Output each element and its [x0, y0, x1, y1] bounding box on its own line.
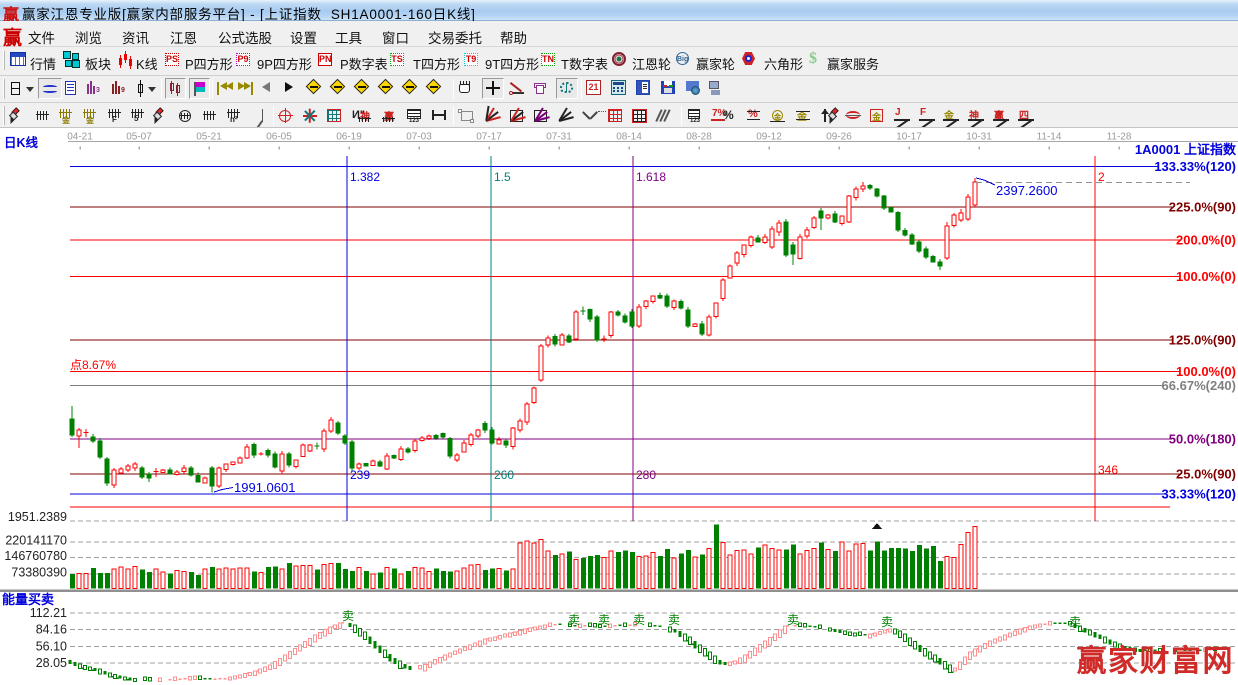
svg-text:146760780: 146760780	[4, 549, 67, 563]
svg-text:125.0%(90): 125.0%(90)	[1169, 333, 1236, 348]
svg-text:346: 346	[1098, 463, 1118, 477]
svg-text:卖: 卖	[598, 613, 610, 627]
svg-text:日K线: 日K线	[4, 135, 39, 150]
svg-text:28.05: 28.05	[36, 656, 67, 670]
svg-text:08-14: 08-14	[616, 132, 642, 143]
svg-text:220141170: 220141170	[5, 533, 67, 547]
svg-text:05-21: 05-21	[196, 132, 222, 143]
svg-text:225.0%(90): 225.0%(90)	[1169, 200, 1236, 215]
svg-text:1991.0601: 1991.0601	[234, 480, 295, 495]
svg-text:09-26: 09-26	[826, 132, 852, 143]
svg-text:200.0%(0): 200.0%(0)	[1176, 233, 1236, 248]
svg-text:239: 239	[350, 468, 370, 482]
svg-text:84.16: 84.16	[36, 623, 67, 637]
svg-text:280: 280	[636, 468, 656, 482]
svg-text:56.10: 56.10	[36, 639, 67, 653]
svg-text:点8.67%: 点8.67%	[70, 358, 116, 372]
svg-text:1A0001 上证指数: 1A0001 上证指数	[1135, 142, 1237, 157]
svg-text:66.67%(240): 66.67%(240)	[1162, 378, 1236, 393]
svg-text:卖: 卖	[881, 615, 893, 629]
svg-text:10-31: 10-31	[966, 132, 992, 143]
svg-text:06-05: 06-05	[266, 132, 292, 143]
svg-text:2397.2600: 2397.2600	[996, 183, 1057, 198]
svg-text:50.0%(180): 50.0%(180)	[1169, 432, 1236, 447]
svg-text:卖: 卖	[633, 613, 645, 627]
svg-text:100.0%(0): 100.0%(0)	[1176, 364, 1236, 379]
svg-text:1951.2389: 1951.2389	[8, 510, 67, 524]
svg-text:33.33%(120): 33.33%(120)	[1162, 487, 1236, 502]
svg-text:11-28: 11-28	[1107, 132, 1132, 143]
svg-text:11-14: 11-14	[1037, 132, 1062, 143]
svg-text:卖: 卖	[787, 613, 799, 627]
svg-text:09-12: 09-12	[756, 132, 782, 143]
svg-text:卖: 卖	[568, 613, 580, 627]
svg-text:1.5: 1.5	[494, 170, 511, 184]
svg-text:08-28: 08-28	[686, 132, 712, 143]
svg-text:卖: 卖	[1069, 615, 1081, 629]
svg-text:04-21: 04-21	[67, 132, 93, 143]
svg-text:1.618: 1.618	[636, 170, 666, 184]
svg-text:1.382: 1.382	[350, 170, 380, 184]
svg-text:07-17: 07-17	[476, 132, 502, 143]
svg-text:260: 260	[494, 468, 514, 482]
svg-text:07-31: 07-31	[546, 132, 572, 143]
svg-text:10-17: 10-17	[896, 132, 922, 143]
svg-text:100.0%(0): 100.0%(0)	[1176, 269, 1236, 284]
svg-text:07-03: 07-03	[406, 132, 432, 143]
svg-text:卖: 卖	[342, 609, 354, 623]
svg-text:赢家财富网: 赢家财富网	[1077, 644, 1235, 678]
svg-text:06-19: 06-19	[336, 132, 362, 143]
svg-text:2: 2	[1098, 170, 1105, 184]
svg-text:73380390: 73380390	[11, 565, 67, 579]
svg-text:112.21: 112.21	[30, 606, 67, 620]
svg-text:133.33%(120): 133.33%(120)	[1154, 159, 1236, 174]
svg-text:25.0%(90): 25.0%(90)	[1176, 467, 1236, 482]
svg-text:卖: 卖	[668, 613, 680, 627]
svg-text:能量买卖: 能量买卖	[2, 592, 54, 607]
svg-text:05-07: 05-07	[126, 132, 152, 143]
